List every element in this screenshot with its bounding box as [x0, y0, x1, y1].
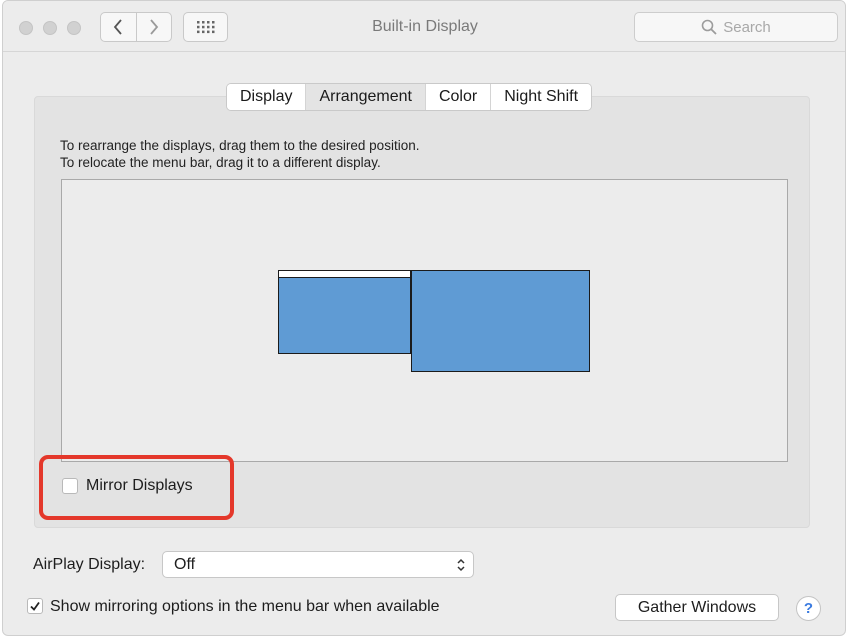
highlight-annotation	[39, 455, 234, 520]
close-button[interactable]	[19, 21, 33, 35]
display-rectangle-built-in[interactable]	[278, 270, 411, 354]
tab-color[interactable]: Color	[424, 84, 491, 110]
help-button[interactable]: ?	[796, 596, 821, 621]
search-icon	[701, 19, 717, 35]
minimize-button[interactable]	[43, 21, 57, 35]
display-rectangle-external[interactable]	[411, 270, 590, 372]
tab-night-shift[interactable]: Night Shift	[490, 84, 592, 110]
back-button[interactable]	[101, 13, 136, 41]
title-bar: Built-in Display Search	[3, 1, 845, 52]
tab-arrangement[interactable]: Arrangement	[305, 84, 425, 110]
grid-icon	[196, 21, 214, 34]
search-field[interactable]: Search	[634, 12, 838, 42]
show-all-button[interactable]	[183, 12, 228, 42]
instruction-text: To rearrange the displays, drag them to …	[60, 138, 420, 153]
airplay-display-label: AirPlay Display:	[33, 556, 146, 573]
chevron-left-icon	[114, 19, 122, 35]
tab-bar: Display Arrangement Color Night Shift	[226, 83, 593, 111]
show-mirroring-checkbox[interactable]	[27, 598, 43, 614]
gather-windows-button[interactable]: Gather Windows	[615, 594, 779, 621]
airplay-display-select[interactable]: Off	[162, 551, 474, 578]
display-arrangement-area	[61, 179, 788, 462]
zoom-button[interactable]	[67, 21, 81, 35]
forward-button[interactable]	[135, 13, 172, 41]
airplay-display-value: Off	[174, 556, 196, 573]
menu-bar-indicator[interactable]	[278, 270, 411, 278]
show-mirroring-label[interactable]: Show mirroring options in the menu bar w…	[50, 598, 440, 616]
checkmark-icon	[30, 601, 40, 611]
instruction-text: To relocate the menu bar, drag it to a d…	[60, 155, 381, 170]
window-title: Built-in Display	[372, 18, 478, 35]
tab-display[interactable]: Display	[227, 84, 306, 110]
search-placeholder: Search	[723, 18, 771, 36]
up-down-chevron-icon	[457, 558, 465, 572]
chevron-right-icon	[150, 19, 158, 35]
navigation-buttons	[100, 12, 172, 42]
